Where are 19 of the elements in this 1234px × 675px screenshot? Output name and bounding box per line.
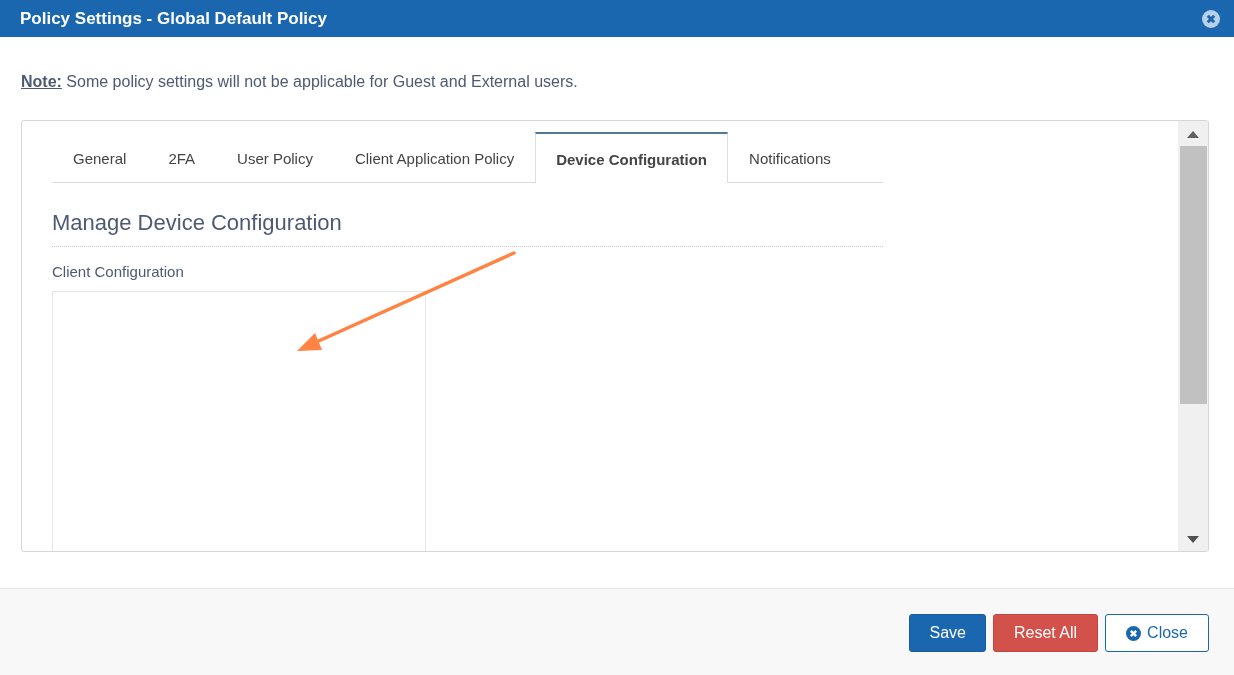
tab[interactable]: Client Application Policy (333, 133, 536, 183)
close-icon (1126, 625, 1142, 641)
tab[interactable]: Notifications (728, 133, 852, 183)
tab[interactable]: General (52, 133, 148, 183)
save-button[interactable]: Save (909, 614, 986, 652)
scroll-up-icon[interactable] (1187, 131, 1199, 138)
field-label: Client Configuration (52, 263, 185, 280)
tab[interactable]: 2FA (147, 133, 217, 183)
tab[interactable]: User Policy (216, 133, 334, 183)
scrollbar-thumb[interactable] (1179, 146, 1207, 404)
scrollbar[interactable] (1178, 121, 1208, 551)
window-title: Policy Settings - Global Default Policy (20, 8, 327, 29)
tab[interactable]: Device Configuration (535, 132, 729, 183)
scroll-down-icon[interactable] (1187, 536, 1199, 543)
close-button[interactable]: Close (1105, 614, 1209, 652)
section-heading: Manage Device Configuration (52, 183, 883, 247)
close-icon[interactable] (1202, 9, 1220, 28)
reset-button[interactable]: Reset All (992, 614, 1099, 652)
note-text: Note: Some policy settings will not be applicable for Guest and External users. (21, 73, 579, 92)
